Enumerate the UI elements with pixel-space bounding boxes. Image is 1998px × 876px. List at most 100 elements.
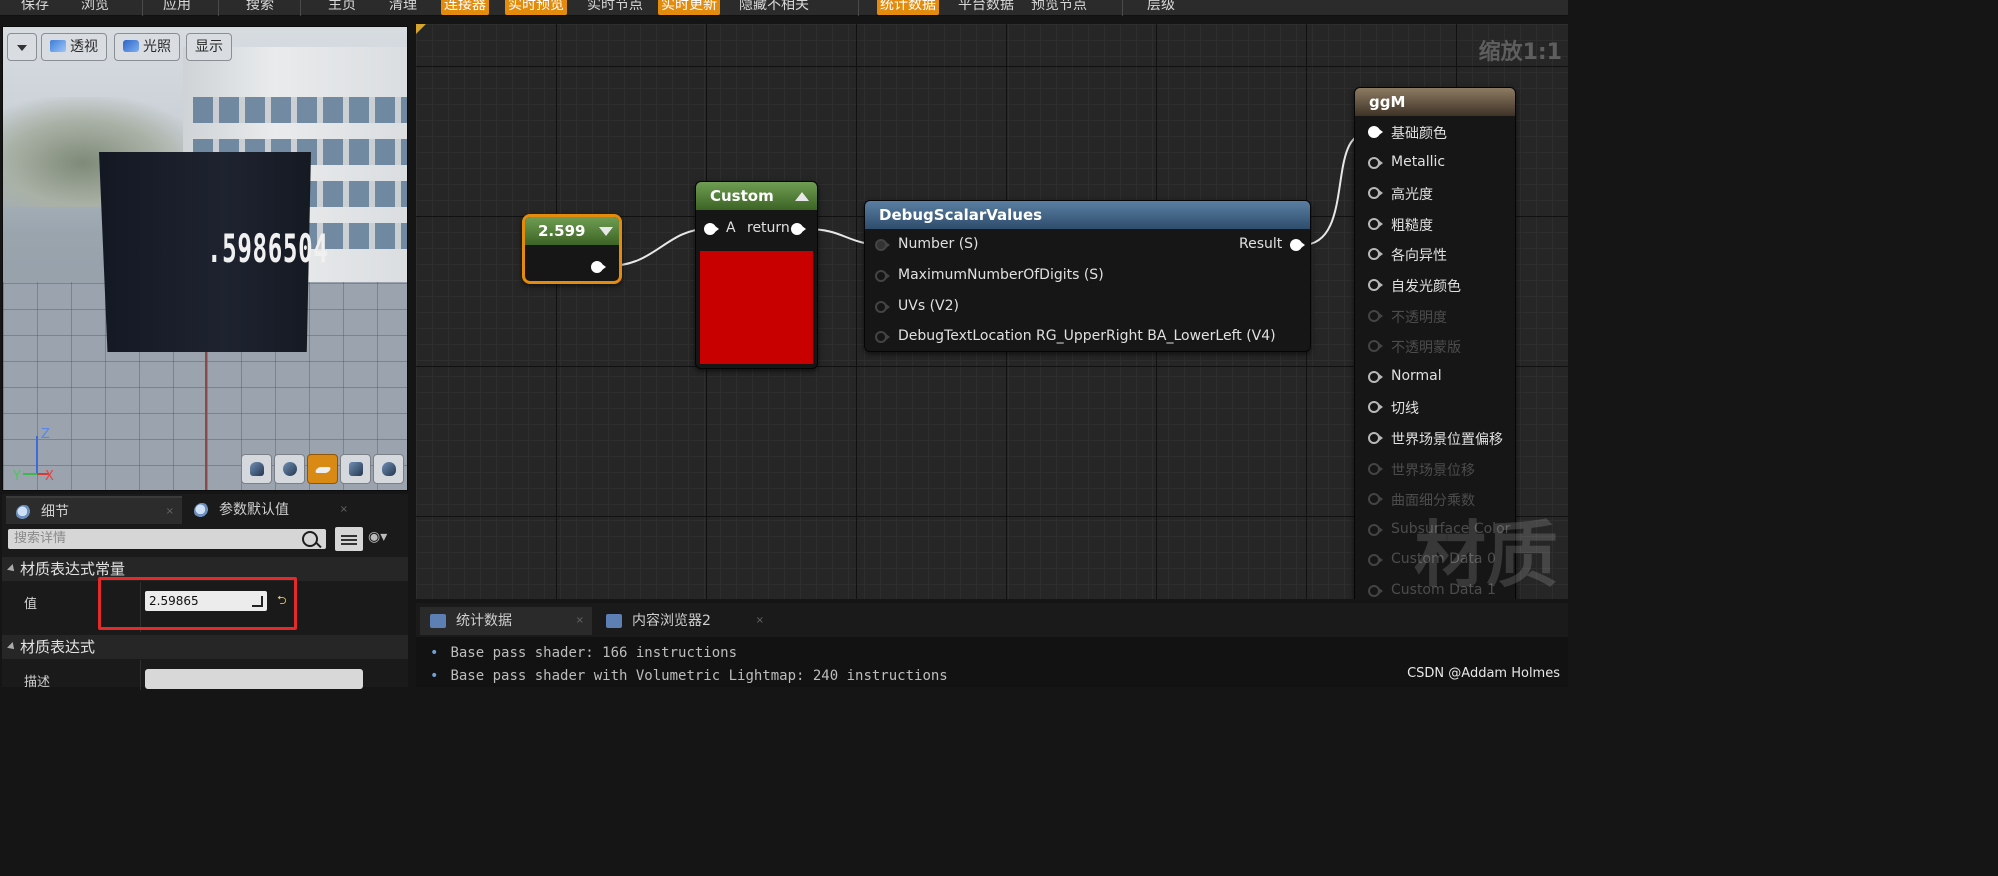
property-divider (140, 660, 141, 690)
debug-input-pin[interactable] (875, 270, 890, 282)
property-matrix-button[interactable] (335, 527, 363, 551)
custom-output-pin[interactable] (791, 223, 806, 235)
stat-line: • Base pass shader: 166 instructions (430, 645, 737, 661)
preview-viewport[interactable]: .5986504 透视 光照 显示 Z X Y (2, 26, 408, 491)
material-input-pin[interactable] (1368, 217, 1383, 230)
stats-toggle[interactable]: 统计数据 (877, 0, 939, 15)
material-input-pin[interactable] (1368, 401, 1383, 414)
material-input-pin[interactable] (1368, 554, 1383, 567)
custom-node-header: Custom (696, 182, 817, 210)
lit-button[interactable]: 光照 (114, 33, 180, 61)
annotation-highlight-box (98, 577, 297, 630)
material-input-pin[interactable] (1368, 585, 1383, 597)
material-input-label: 粗糙度 (1391, 217, 1433, 234)
cylinder-icon (250, 462, 264, 476)
home-button[interactable]: 主页 (325, 0, 359, 15)
platform-stats-button[interactable]: 平台数据 (955, 0, 1017, 15)
collapse-icon[interactable] (599, 227, 613, 236)
tab-stats[interactable]: 统计数据 × (420, 607, 592, 635)
graph-corner-marker (416, 24, 426, 34)
parameter-icon (194, 503, 210, 519)
material-input-pin[interactable] (1368, 126, 1383, 138)
live-update-toggle[interactable]: 实时更新 (658, 0, 720, 15)
tab-content-browser-2[interactable]: 内容浏览器2 × (596, 607, 772, 635)
apply-button[interactable]: 应用 (160, 0, 194, 15)
close-icon[interactable]: × (576, 607, 584, 635)
preview-node-button[interactable]: 预览节点 (1028, 0, 1090, 15)
teapot-preview-button[interactable] (373, 454, 404, 484)
show-label: 显示 (195, 39, 223, 55)
sphere-icon (283, 462, 297, 476)
collapse-icon[interactable] (795, 192, 809, 201)
details-icon (16, 505, 32, 521)
show-button[interactable]: 显示 (186, 33, 232, 61)
material-input-pin[interactable] (1368, 279, 1383, 291)
plane-preview-button[interactable] (307, 454, 338, 484)
toolbar-separator (300, 0, 301, 16)
debug-input-pin[interactable] (875, 331, 890, 343)
description-input[interactable] (145, 669, 363, 689)
stat-line: • Base pass shader with Volumetric Lightm… (430, 668, 948, 684)
collapse-icon (7, 642, 17, 652)
custom-node[interactable]: Custom A return (695, 181, 818, 369)
close-icon[interactable]: × (756, 607, 764, 635)
hierarchy-button[interactable]: 层级 (1144, 0, 1178, 15)
debug-node-header: DebugScalarValues (865, 201, 1310, 229)
connectors-toggle[interactable]: 连接器 (441, 0, 489, 15)
stat-line-text: Base pass shader with Volumetric Lightma… (450, 668, 948, 684)
material-input-pin[interactable] (1368, 462, 1383, 475)
constant-output-pin[interactable] (591, 261, 606, 273)
debug-input-label: UVs (V2) (898, 298, 959, 314)
material-input-label: Normal (1391, 367, 1442, 384)
perspective-label: 透视 (70, 39, 98, 55)
clean-button[interactable]: 清理 (386, 0, 420, 15)
sphere-preview-button[interactable] (274, 454, 305, 484)
browse-button[interactable]: 浏览 (78, 0, 112, 15)
material-input-pin[interactable] (1368, 248, 1383, 261)
perspective-icon (50, 40, 66, 52)
axis-gizmo: Z X Y (12, 427, 54, 482)
close-icon[interactable]: × (166, 498, 174, 526)
custom-input-label: A (726, 220, 736, 236)
material-input-pin[interactable] (1368, 340, 1383, 353)
custom-input-pin-a[interactable] (704, 223, 719, 235)
close-icon[interactable]: × (340, 496, 348, 524)
tab-details[interactable]: 细节 × (6, 496, 182, 524)
save-button[interactable]: 保存 (18, 0, 52, 15)
debug-input-pin[interactable] (875, 239, 890, 251)
live-nodes-toggle[interactable]: 实时节点 (584, 0, 646, 15)
material-input-pin[interactable] (1368, 309, 1383, 322)
material-input-pin[interactable] (1368, 370, 1383, 383)
search-icon[interactable] (302, 531, 318, 547)
tab-parameter-defaults[interactable]: 参数默认值 × (184, 496, 356, 524)
cube-preview-button[interactable] (340, 454, 371, 484)
eye-icon[interactable]: ◉▾ (368, 529, 387, 545)
perspective-button[interactable]: 透视 (41, 33, 107, 61)
zoom-level: 缩放1:1 (1478, 40, 1562, 65)
main-toolbar: 保存 浏览 应用 搜索 主页 清理 连接器 实时预览 实时节点 实时更新 隐藏不… (0, 0, 1568, 16)
material-input-pin[interactable] (1368, 523, 1383, 536)
material-input-pin[interactable] (1368, 432, 1383, 444)
debug-output-pin[interactable] (1290, 239, 1305, 251)
debug-number-text: .5986504 (207, 227, 329, 272)
stat-line-text: Base pass shader: 166 instructions (450, 645, 738, 661)
teapot-icon (382, 462, 396, 476)
live-preview-toggle[interactable]: 实时预览 (505, 0, 567, 15)
material-input-pin[interactable] (1368, 493, 1383, 506)
constant-node[interactable]: 2.599 (522, 214, 622, 284)
category-material-expression[interactable]: 材质表达式 (2, 635, 408, 659)
debug-input-label: DebugTextLocation RG_UpperRight BA_Lower… (898, 328, 1276, 344)
material-input-pin[interactable] (1368, 187, 1383, 200)
debug-input-pin[interactable] (875, 301, 890, 313)
material-input-label: Metallic (1391, 153, 1446, 170)
material-graph[interactable]: 缩放1:1 2.599 Custom A return DebugScalarV… (416, 24, 1568, 599)
details-search-input[interactable]: 搜索详情 (8, 529, 326, 549)
debug-scalar-values-node[interactable]: DebugScalarValues Number (S) MaximumNumb… (864, 200, 1311, 352)
viewport-options-button[interactable] (7, 33, 37, 61)
cylinder-preview-button[interactable] (241, 454, 272, 484)
viewport-axis-line (205, 347, 207, 490)
hide-unrelated-button[interactable]: 隐藏不相关 (736, 0, 812, 15)
material-input-label: 基础颜色 (1391, 126, 1447, 142)
search-button[interactable]: 搜索 (243, 0, 277, 15)
material-input-pin[interactable] (1368, 156, 1383, 169)
